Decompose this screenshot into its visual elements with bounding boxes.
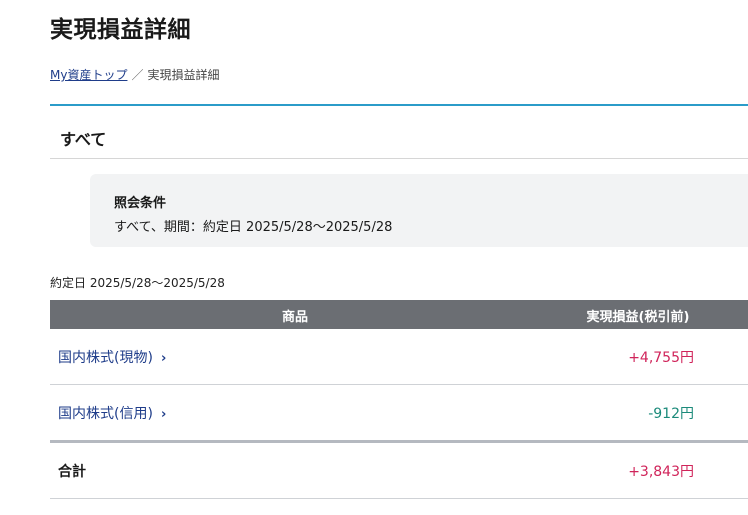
trade-date-range: 約定日 2025/5/28〜2025/5/28 xyxy=(50,276,225,290)
realized-pl-value: -912円 xyxy=(648,406,694,422)
table-header: 商品 実現損益(税引前) xyxy=(50,300,748,329)
product-name: 国内株式(現物) xyxy=(58,350,153,366)
product-link-domestic-stock-margin[interactable]: 国内株式(信用) › xyxy=(58,403,166,423)
chevron-right-icon: › xyxy=(160,351,167,366)
table-row: 国内株式(現物) › +4,755円 xyxy=(50,329,748,385)
total-value: +3,843円 xyxy=(628,464,694,480)
breadcrumb-current: 実現損益詳細 xyxy=(147,68,220,82)
section-divider xyxy=(50,158,748,159)
query-conditions-box: 照会条件 すべて、期間：約定日 2025/5/28〜2025/5/28 xyxy=(90,174,748,247)
realized-pl-value: +4,755円 xyxy=(628,350,694,366)
column-header-realized-pl: 実現損益(税引前) xyxy=(586,310,690,325)
breadcrumb: My資産トップ ／実現損益詳細 xyxy=(50,66,220,83)
section-accent-rule xyxy=(50,104,748,106)
query-conditions-text: すべて、期間：約定日 2025/5/28〜2025/5/28 xyxy=(114,220,393,235)
column-header-product: 商品 xyxy=(281,310,308,325)
total-label: 合計 xyxy=(58,464,86,480)
product-link-domestic-stock-cash[interactable]: 国内株式(現物) › xyxy=(58,347,166,367)
chevron-right-icon: › xyxy=(160,407,167,422)
table-row: 国内株式(信用) › -912円 xyxy=(50,385,748,443)
section-title: すべて xyxy=(60,130,107,149)
page-title: 実現損益詳細 xyxy=(50,17,191,43)
product-name: 国内株式(信用) xyxy=(58,406,153,422)
realized-pl-table: 商品 実現損益(税引前) 国内株式(現物) › +4,755円 国内株式(信用) ›… xyxy=(50,300,748,499)
query-conditions-label: 照会条件 xyxy=(114,196,167,211)
table-total-row: 合計 +3,843円 xyxy=(50,443,748,499)
breadcrumb-separator: ／ xyxy=(131,68,144,82)
breadcrumb-link-my-assets-top[interactable]: My資産トップ xyxy=(50,68,127,82)
